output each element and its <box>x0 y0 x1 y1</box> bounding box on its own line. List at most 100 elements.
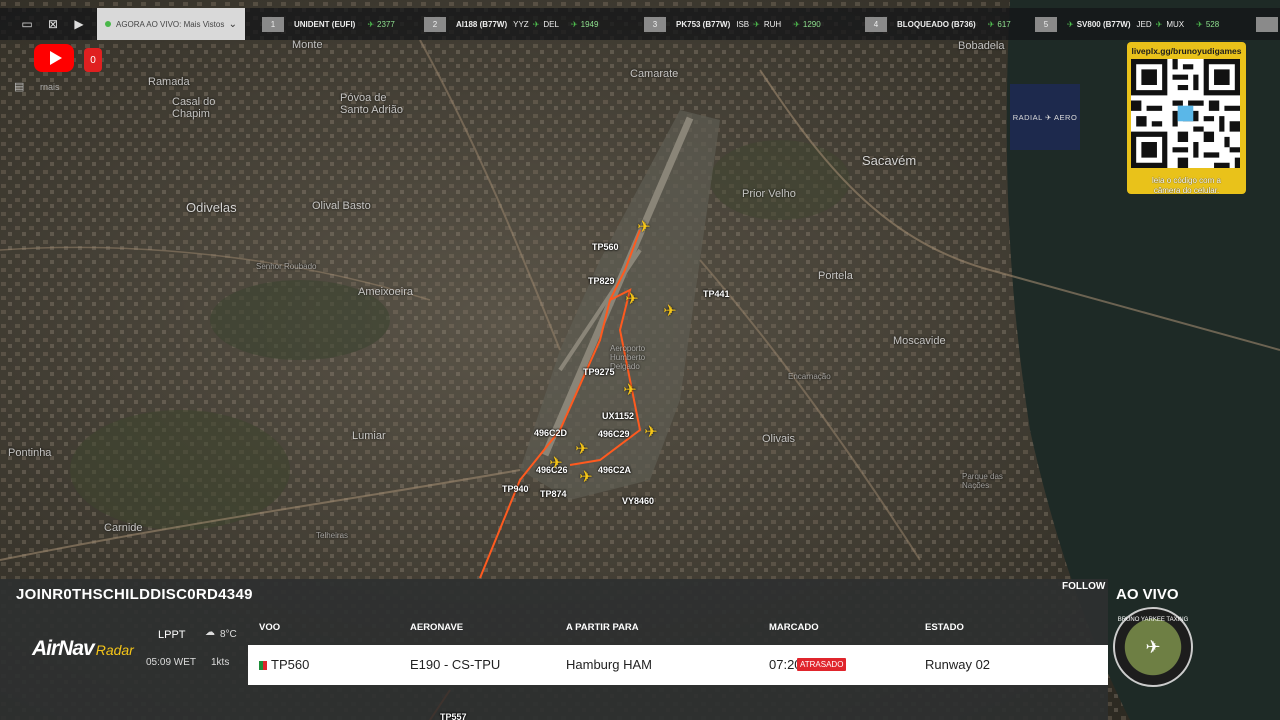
plane-icon[interactable]: ✈ <box>574 442 590 458</box>
flight-label[interactable]: UX1152 <box>602 411 634 421</box>
row-status: Runway 02 <box>925 657 991 672</box>
table-row[interactable]: TP560 E190 - CS-TPU Hamburg HAM 07:20 AT… <box>248 645 1108 685</box>
map-place: Moscavide <box>893 335 946 347</box>
flight-label[interactable]: TP557 <box>440 712 467 720</box>
app-stage: Monte Ramada Casal do Chapim Póvoa de Sa… <box>0 0 1280 720</box>
row-aircraft: E190 - CS-TPU <box>410 657 501 672</box>
flight-label[interactable]: TP441 <box>703 289 730 299</box>
plane-icon: ✈ <box>793 19 800 29</box>
park <box>70 410 290 530</box>
ticker-count: 617 <box>997 19 1011 29</box>
qr-url: liveplx.gg/brunoyudigames <box>1131 46 1242 56</box>
qr-caption-line: leia o código com a <box>1152 176 1221 185</box>
ticker-item[interactable]: 5 ✈ SV800 (B77W) JED ✈ MUX ✈ 528 <box>1035 8 1219 40</box>
ticker-to: RUH <box>763 19 782 29</box>
row-flight: TP560 <box>259 657 309 672</box>
channel-logo: BRUNO YARKEE TAXING ✈ <box>1113 607 1193 687</box>
ticker-to: DEL <box>543 19 559 29</box>
ticker-item[interactable]: 2 AI188 (B77W) YYZ ✈ DEL ✈ 1949 <box>424 8 598 40</box>
plane-icon: ✈ <box>1145 636 1161 657</box>
map-place: Aeroporto Humberto Delgado <box>610 344 646 371</box>
plane-icon[interactable]: ✈ <box>643 425 659 441</box>
plane-icon[interactable]: ✈ <box>624 292 640 308</box>
map-place: Monte <box>292 39 323 51</box>
portugal-flag-icon <box>259 661 267 671</box>
flight-label[interactable]: 496C29 <box>598 429 630 439</box>
plane-icon: ✈ <box>1196 19 1203 29</box>
live-dot-icon <box>105 21 111 27</box>
map-place: Pontinha <box>8 447 52 459</box>
local-time: 05:09 WET <box>146 657 197 668</box>
map-place: Olivais <box>762 433 796 445</box>
qr-caption-line: câmera do celular. <box>1153 186 1220 195</box>
ticker-rank: 1 <box>262 16 284 32</box>
ticker-rank: 5 <box>1035 16 1057 32</box>
ticker-item[interactable]: 1 UNIDENT (EUFI) ✈ 2377 <box>262 8 395 40</box>
live-select-label: AGORA AO VIVO: Mais Vistos <box>116 19 225 29</box>
ticker-route: PK753 (B77W) <box>676 19 731 29</box>
flight-label[interactable]: 496C2D <box>534 428 567 438</box>
qr-code-icon <box>1131 59 1240 168</box>
wind-speed: 1kts <box>211 657 230 668</box>
logo-text: BRUNO YARKEE TAXING <box>1117 617 1189 623</box>
ticker-count: 2377 <box>377 19 395 29</box>
ticker-route: SV800 (B77W) <box>1076 19 1131 29</box>
map-place: Encarnação <box>788 372 831 381</box>
ticker-count: 1949 <box>580 19 599 29</box>
flight-label[interactable]: TP9275 <box>583 367 615 377</box>
map-place: Telheiras <box>316 531 349 540</box>
map-place: Ramada <box>148 76 190 88</box>
fullscreen-icon[interactable]: ⊠ <box>40 8 66 40</box>
ticker-item[interactable]: 4 BLOQUEADO (B736) ✈ 617 <box>865 8 1011 40</box>
map-place: Carnide <box>104 522 143 534</box>
plane-icon[interactable]: ✈ <box>636 220 652 236</box>
map-place: Portela <box>818 270 853 282</box>
brand-sub: Radar <box>95 642 134 658</box>
map-place: Prior Velho <box>742 188 796 200</box>
flight-label[interactable]: 496C2A <box>598 465 631 475</box>
list-icon[interactable]: ▤ <box>14 80 28 93</box>
plane-icon: ✈ <box>570 19 578 29</box>
column-header-status: ESTADO <box>925 622 964 633</box>
park <box>710 140 850 220</box>
map-place: Ameixoeira <box>358 286 414 298</box>
flight-label[interactable]: TP560 <box>592 242 619 252</box>
arrow-icon: ✈ <box>532 19 540 29</box>
plane-icon: ✈ <box>1067 19 1074 29</box>
ticker-count: 528 <box>1205 19 1220 29</box>
plane-icon[interactable]: ✈ <box>578 470 594 486</box>
plane-icon[interactable]: ✈ <box>662 304 678 320</box>
chevron-down-icon: ⌄ <box>228 18 237 30</box>
ticker-count: 1290 <box>802 19 821 29</box>
row-flight-number: TP560 <box>271 657 310 672</box>
youtube-count-badge: 0 <box>84 48 102 72</box>
map-place: Sacavém <box>862 153 917 168</box>
column-header-scheduled: MARCADO <box>769 622 819 633</box>
flight-label[interactable]: TP940 <box>502 484 529 494</box>
plane-icon: ✈ <box>367 19 375 29</box>
plane-icon[interactable]: ✈ <box>622 383 638 399</box>
ticker-rank: 3 <box>644 16 666 32</box>
flight-info-panel: JOINR0THSCHILDDISC0RD4349 FOLLOW AirNav R… <box>0 579 1280 720</box>
qr-caption: leia o código com a câmera do celular. <box>1131 176 1242 196</box>
ticker-rank: 2 <box>424 16 446 32</box>
weather-icon: ☁ <box>205 627 215 638</box>
ticker-item[interactable]: 3 PK753 (B77W) ISB ✈ RUH ✈ 1290 <box>644 8 821 40</box>
ticker-to: MUX <box>1166 19 1185 29</box>
youtube-logo-icon[interactable] <box>34 44 74 72</box>
follow-button[interactable]: FOLLOW <box>1062 581 1105 592</box>
flight-label[interactable]: TP829 <box>588 276 615 286</box>
flight-label[interactable]: VY8460 <box>622 496 654 506</box>
qr-card[interactable]: liveplx.gg/brunoyudigames leia o código … <box>1127 42 1246 196</box>
ticker-from: JED <box>1136 19 1152 29</box>
play-icon[interactable]: ▶ <box>66 8 92 40</box>
sidebar-toggle-icon[interactable]: ▭ <box>14 8 40 40</box>
live-select-dropdown[interactable]: AGORA AO VIVO: Mais Vistos ⌄ <box>97 8 245 40</box>
airnav-logo: AirNav Radar <box>32 637 134 661</box>
ticker-rank <box>1256 16 1278 32</box>
ticker-item[interactable] <box>1256 8 1278 40</box>
status-badge: ATRASADO <box>797 658 847 671</box>
plane-icon[interactable]: ✈ <box>548 456 564 472</box>
flight-label[interactable]: TP874 <box>540 489 567 499</box>
column-header-flight: VOO <box>259 622 281 633</box>
